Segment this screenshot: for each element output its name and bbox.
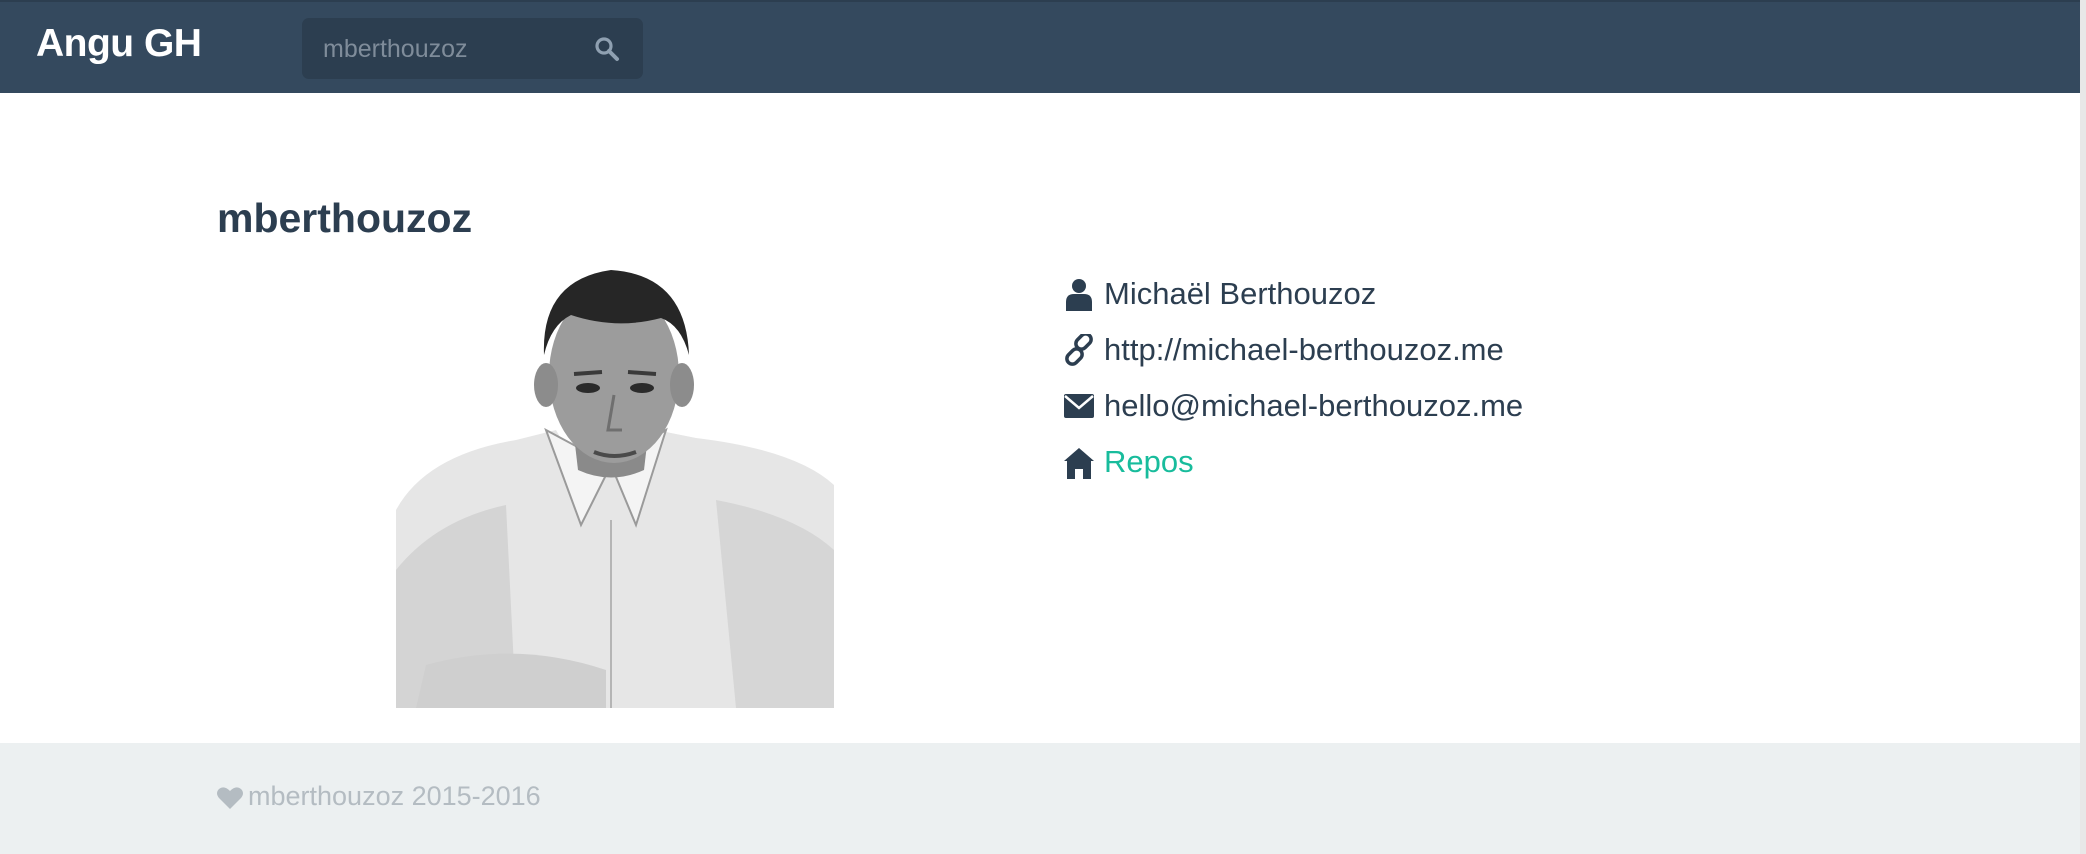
footer-copyright: mberthouzoz 2015-2016 [248,781,541,811]
repos-link[interactable]: Repos [1104,444,1194,480]
footer: mberthouzoz 2015-2016 [0,743,2080,854]
envelope-icon [1064,394,1094,418]
brand-logo[interactable]: Angu GH [36,22,202,66]
avatar [396,270,834,708]
user-avatar-photo [396,270,834,708]
profile-full-name: Michaël Berthouzoz [1104,276,1377,311]
navbar: Angu GH [0,0,2080,93]
home-icon [1064,448,1094,479]
profile-username: mberthouzoz [217,195,473,241]
window-edge [2080,0,2086,854]
link-icon [1065,334,1093,366]
user-icon [1066,279,1092,311]
profile-website: http://michael-berthouzoz.me [1104,332,1504,367]
profile-email: hello@michael-berthouzoz.me [1104,388,1524,423]
search-input[interactable] [321,32,585,66]
heart-icon [217,787,243,809]
search-icon[interactable] [594,36,620,62]
search-box [302,18,643,79]
